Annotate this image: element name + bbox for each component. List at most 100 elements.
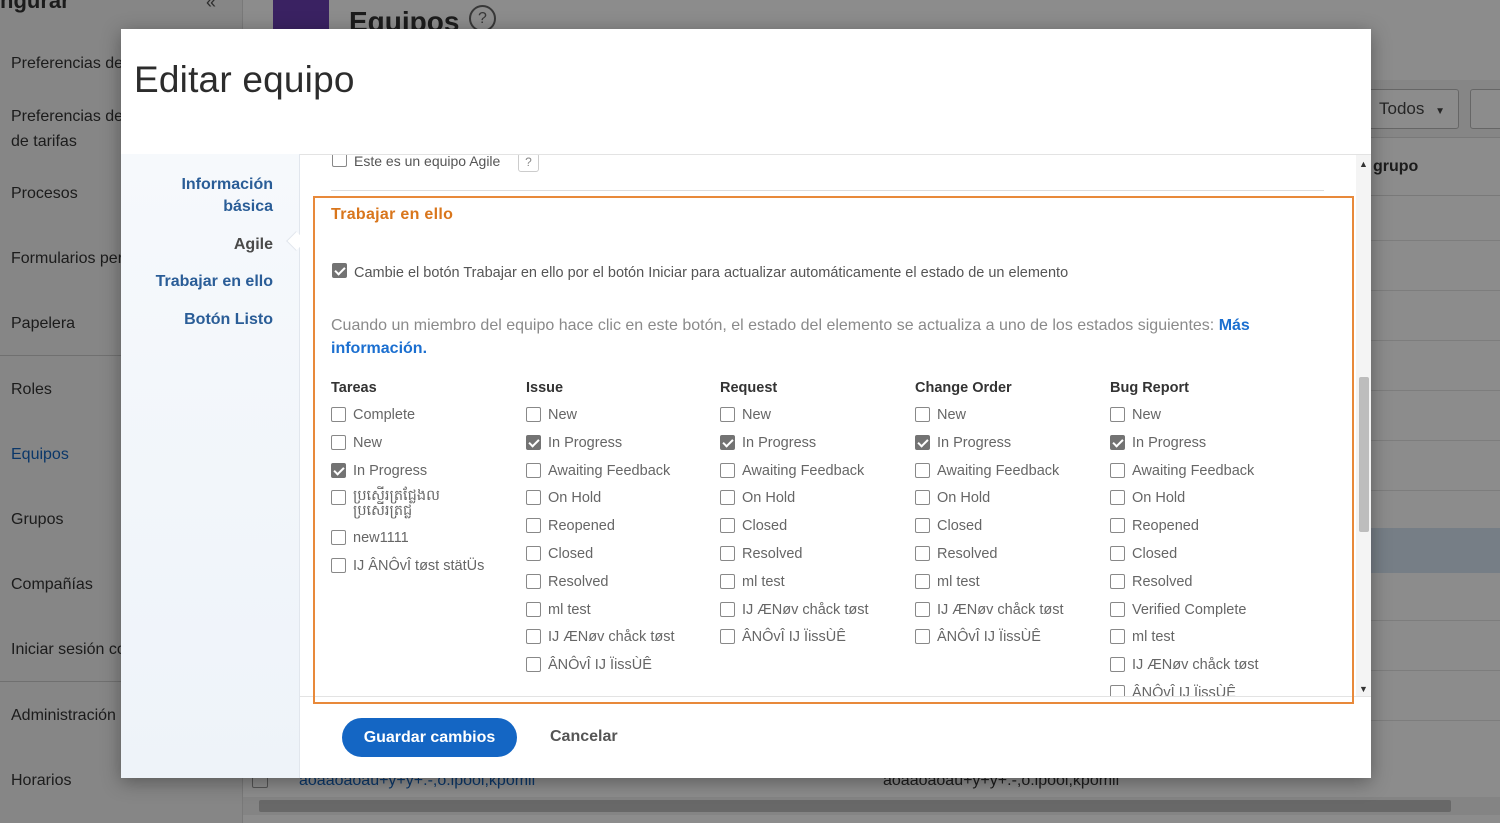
- status-checkbox[interactable]: [915, 629, 930, 645]
- status-checkbox[interactable]: [526, 407, 541, 422]
- cancel-button[interactable]: Cancelar: [550, 728, 618, 746]
- status-option[interactable]: Reopened: [1110, 517, 1300, 545]
- help-icon[interactable]: ?: [518, 155, 539, 172]
- status-checkbox[interactable]: [720, 407, 735, 422]
- status-option[interactable]: On Hold: [1110, 489, 1300, 517]
- status-option[interactable]: IJ ÂNÔvÎ tøst stätÜs: [331, 557, 521, 585]
- status-checkbox[interactable]: [331, 407, 346, 422]
- change-button-checkbox[interactable]: [332, 263, 347, 278]
- status-option[interactable]: Verified Complete: [1110, 601, 1300, 629]
- status-checkbox[interactable]: [526, 462, 541, 478]
- status-option[interactable]: IJ ÆNøv chåck tøst: [915, 601, 1105, 629]
- status-option[interactable]: IJ ÆNøv chåck tøst: [526, 628, 716, 656]
- status-option[interactable]: IJ ÆNøv chåck tøst: [720, 601, 910, 629]
- status-checkbox[interactable]: [526, 518, 541, 534]
- status-checkbox[interactable]: [720, 545, 735, 561]
- nav-informacion-basica[interactable]: Información básica: [143, 174, 273, 218]
- status-option[interactable]: Awaiting Feedback: [720, 462, 910, 490]
- status-checkbox[interactable]: [526, 573, 541, 589]
- status-option[interactable]: ÂNÔvÎ IJ ÏissÙÊ: [526, 656, 716, 684]
- vertical-scrollbar[interactable]: ▲ ▼: [1356, 155, 1371, 696]
- status-option[interactable]: new1111: [331, 529, 521, 557]
- status-checkbox[interactable]: [526, 629, 541, 645]
- change-button-option[interactable]: Cambie el botón Trabajar en ello por el …: [332, 263, 1068, 282]
- nav-agile[interactable]: Agile: [234, 234, 273, 256]
- status-option[interactable]: Resolved: [526, 573, 716, 601]
- status-option[interactable]: ÂNÔvÎ IJ ÏissÙÊ: [915, 628, 1105, 656]
- status-option[interactable]: ml test: [526, 601, 716, 629]
- status-option[interactable]: Closed: [526, 545, 716, 573]
- save-changes-button[interactable]: Guardar cambios: [342, 718, 517, 757]
- status-option[interactable]: ml test: [915, 573, 1105, 601]
- status-checkbox[interactable]: [720, 462, 735, 478]
- scrollbar-thumb[interactable]: [1359, 377, 1369, 532]
- status-option[interactable]: ml test: [1110, 628, 1300, 656]
- status-option[interactable]: Awaiting Feedback: [526, 462, 716, 490]
- status-checkbox[interactable]: [526, 434, 541, 450]
- status-option[interactable]: Awaiting Feedback: [1110, 462, 1300, 490]
- status-checkbox[interactable]: [915, 462, 930, 478]
- status-option[interactable]: On Hold: [915, 489, 1105, 517]
- scroll-up-icon[interactable]: ▲: [1359, 159, 1368, 169]
- status-option[interactable]: ÂNÔvÎ IJ ÏissÙÊ: [720, 628, 910, 656]
- status-checkbox[interactable]: [915, 518, 930, 534]
- status-option[interactable]: Closed: [720, 517, 910, 545]
- status-checkbox[interactable]: [915, 545, 930, 561]
- status-option[interactable]: On Hold: [720, 489, 910, 517]
- status-checkbox[interactable]: [720, 629, 735, 645]
- status-option[interactable]: Awaiting Feedback: [915, 462, 1105, 490]
- status-option[interactable]: New: [1110, 406, 1300, 434]
- status-checkbox[interactable]: [526, 545, 541, 561]
- status-checkbox[interactable]: [331, 530, 346, 546]
- status-checkbox[interactable]: [331, 558, 346, 574]
- status-checkbox[interactable]: [331, 462, 346, 478]
- status-checkbox[interactable]: [331, 434, 346, 450]
- status-option[interactable]: New: [331, 434, 521, 462]
- status-checkbox[interactable]: [526, 490, 541, 506]
- status-checkbox[interactable]: [1110, 407, 1125, 422]
- status-checkbox[interactable]: [1110, 573, 1125, 589]
- status-option[interactable]: IJ ÆNøv chåck tøst: [1110, 656, 1300, 684]
- status-checkbox[interactable]: [915, 434, 930, 450]
- status-checkbox[interactable]: [1110, 629, 1125, 645]
- status-checkbox[interactable]: [915, 573, 930, 589]
- status-option[interactable]: Resolved: [1110, 573, 1300, 601]
- status-option[interactable]: Closed: [1110, 545, 1300, 573]
- status-option[interactable]: On Hold: [526, 489, 716, 517]
- status-option[interactable]: Resolved: [720, 545, 910, 573]
- status-checkbox[interactable]: [1110, 684, 1125, 696]
- status-option[interactable]: Reopened: [526, 517, 716, 545]
- status-checkbox[interactable]: [1110, 518, 1125, 534]
- status-checkbox[interactable]: [915, 407, 930, 422]
- status-checkbox[interactable]: [1110, 601, 1125, 617]
- status-option[interactable]: Closed: [915, 517, 1105, 545]
- status-option[interactable]: In Progress: [526, 434, 716, 462]
- status-checkbox[interactable]: [915, 601, 930, 617]
- status-checkbox[interactable]: [720, 518, 735, 534]
- status-checkbox[interactable]: [1110, 490, 1125, 506]
- status-checkbox[interactable]: [1110, 434, 1125, 450]
- status-option[interactable]: New: [915, 406, 1105, 434]
- status-checkbox[interactable]: [1110, 545, 1125, 561]
- status-option[interactable]: ml test: [720, 573, 910, 601]
- status-option[interactable]: ប្រសើរត្រជ្លែងល ប្រសើរត្រជ្ល: [331, 489, 521, 529]
- status-option[interactable]: In Progress: [331, 462, 521, 490]
- status-option[interactable]: New: [526, 406, 716, 434]
- status-checkbox[interactable]: [331, 490, 346, 506]
- nav-boton-listo[interactable]: Botón Listo: [184, 309, 273, 331]
- status-option[interactable]: In Progress: [720, 434, 910, 462]
- status-checkbox[interactable]: [526, 657, 541, 673]
- status-option[interactable]: Complete: [331, 406, 521, 434]
- status-option[interactable]: New: [720, 406, 910, 434]
- status-option[interactable]: In Progress: [915, 434, 1105, 462]
- nav-trabajar-en-ello[interactable]: Trabajar en ello: [156, 271, 273, 293]
- status-option[interactable]: Resolved: [915, 545, 1105, 573]
- status-option[interactable]: ÂNÔvÎ IJ ÏissÙÊ: [1110, 684, 1300, 696]
- status-checkbox[interactable]: [720, 573, 735, 589]
- status-checkbox[interactable]: [720, 434, 735, 450]
- agile-team-checkbox[interactable]: [332, 155, 347, 167]
- scroll-down-icon[interactable]: ▼: [1359, 684, 1368, 694]
- status-checkbox[interactable]: [915, 490, 930, 506]
- status-checkbox[interactable]: [720, 490, 735, 506]
- status-checkbox[interactable]: [1110, 462, 1125, 478]
